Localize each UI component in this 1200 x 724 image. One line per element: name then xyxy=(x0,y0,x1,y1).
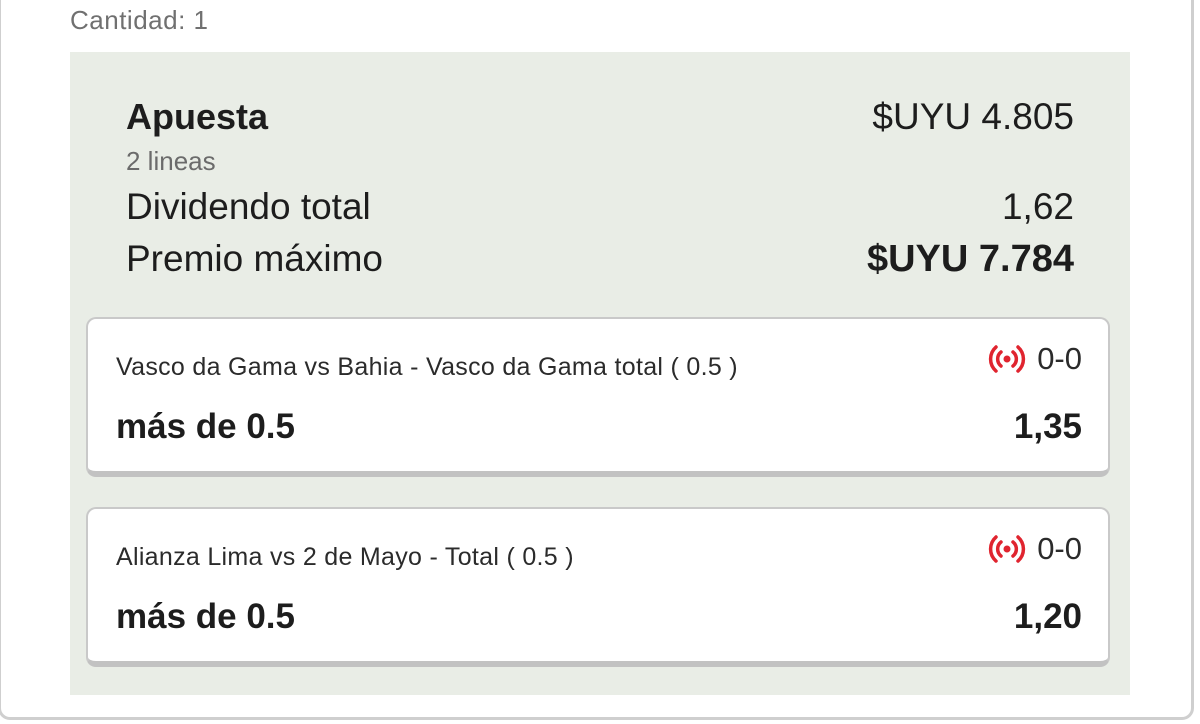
lines-count: 2 lineas xyxy=(126,146,216,176)
selection-event: Alianza Lima vs 2 de Mayo - Total ( 0.5 … xyxy=(116,543,574,571)
selection-card[interactable]: Vasco da Gama vs Bahia - Vasco da Gama t… xyxy=(86,317,1110,477)
bet-row: Apuesta $UYU 4.805 xyxy=(126,96,1074,138)
selection-card[interactable]: Alianza Lima vs 2 de Mayo - Total ( 0.5 … xyxy=(86,507,1110,667)
selection-market: más de 0.5 xyxy=(116,597,295,636)
bet-amount: $UYU 4.805 xyxy=(872,96,1074,137)
lines-row: 2 lineas xyxy=(126,146,1074,177)
selection-odds: 1,20 xyxy=(1013,597,1082,636)
bet-summary-panel: Apuesta $UYU 4.805 2 lineas Dividendo to… xyxy=(70,52,1130,695)
max-prize-label: Premio máximo xyxy=(126,238,383,279)
selection-score: 0-0 xyxy=(1037,531,1082,566)
selection-score: 0-0 xyxy=(1037,341,1082,376)
max-prize-value: $UYU 7.784 xyxy=(866,238,1074,280)
live-status: 0-0 xyxy=(985,531,1082,567)
live-status: 0-0 xyxy=(985,341,1082,377)
live-broadcast-icon xyxy=(985,531,1029,567)
selection-event: Vasco da Gama vs Bahia - Vasco da Gama t… xyxy=(116,353,738,381)
total-dividend-value: 1,62 xyxy=(1001,186,1074,227)
total-dividend-label: Dividendo total xyxy=(126,186,371,227)
live-broadcast-icon xyxy=(985,341,1029,377)
selection-odds: 1,35 xyxy=(1013,407,1082,446)
bet-title: Apuesta xyxy=(126,96,269,137)
quantity-label: Cantidad: 1 xyxy=(70,5,209,35)
selection-market: más de 0.5 xyxy=(116,407,295,446)
total-dividend-row: Dividendo total 1,62 xyxy=(126,186,1074,228)
max-prize-row: Premio máximo $UYU 7.784 xyxy=(126,238,1074,281)
